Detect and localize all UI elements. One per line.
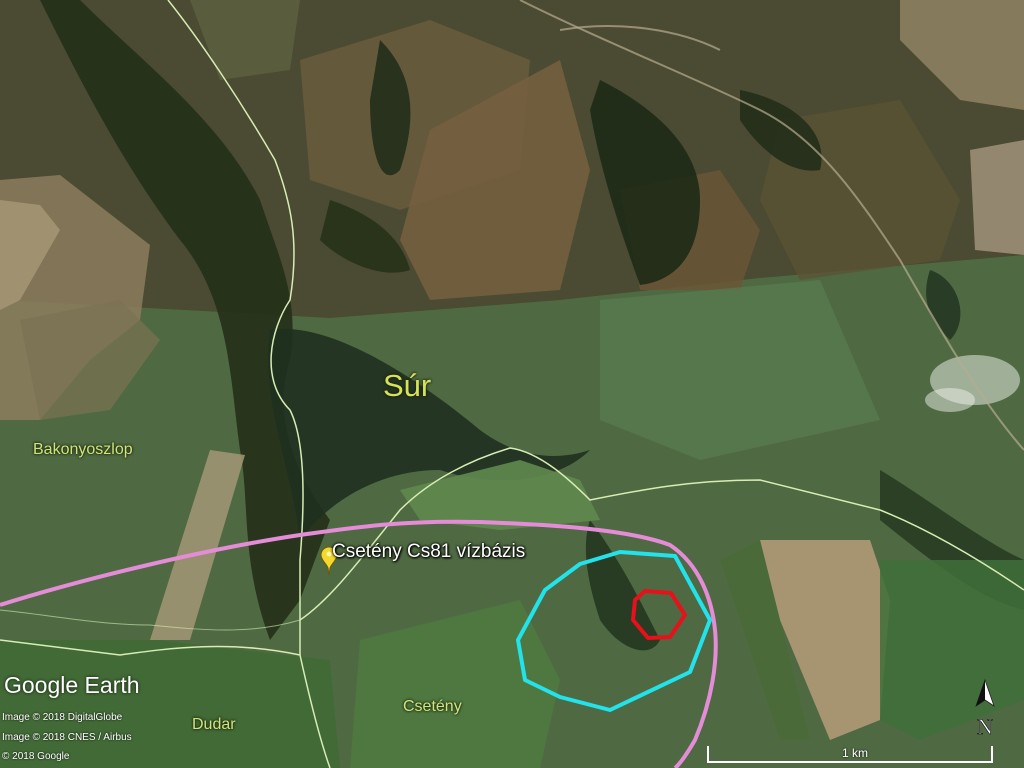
- scale-label: 1 km: [842, 746, 869, 760]
- place-label-dudar: Dudar: [192, 716, 236, 733]
- copyright-credit: © 2018 Google: [2, 751, 70, 762]
- imagery-credit: Image © 2018 CNES / Airbus: [2, 732, 132, 743]
- satellite-map[interactable]: [0, 0, 1024, 768]
- north-arrow-icon[interactable]: N: [972, 678, 998, 738]
- placemark-label[interactable]: Csetény Cs81 vízbázis: [332, 542, 525, 561]
- place-label-sur: Súr: [383, 368, 432, 403]
- north-label: N: [977, 714, 993, 738]
- google-earth-logo: Google Earth: [4, 672, 140, 698]
- place-label-csetenyi: Csetény: [403, 698, 462, 715]
- imagery-credit: Image © 2018 DigitalGlobe: [2, 712, 123, 723]
- place-label-bakonyoszlop: Bakonyoszlop: [33, 441, 133, 458]
